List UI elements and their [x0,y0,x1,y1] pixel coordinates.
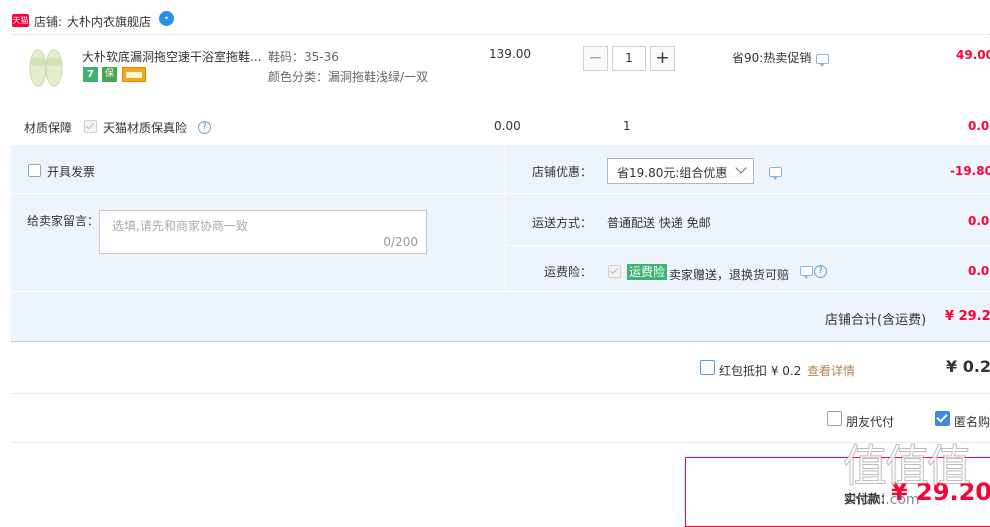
discount-select[interactable]: 省19.80元:组合优惠 [607,158,754,184]
message-counter: 0/200 [383,235,418,249]
friend-pay-label[interactable]: 朋友代付 [846,413,894,430]
insurance-subtotal: 0.00 [968,119,990,133]
shop-total-amount: ¥ 29.20 [945,309,990,324]
discount-label: 店铺优惠： [532,165,593,179]
credit-card-icon [122,67,146,82]
shipping-amount: 0.00 [968,214,990,228]
promo-text: 省90:热卖促销 [732,51,812,65]
insurance-quantity: 1 [623,119,631,133]
wangwang-chat-icon[interactable]: • [159,11,174,26]
watermark-url: zhizhi.com [845,492,920,508]
shipping-method: 普通配送 快递 免邮 [607,216,711,230]
return-insurance-badge: 运费险 [627,264,668,280]
anonymous-checkbox[interactable] [935,411,950,426]
redpacket-details-link[interactable]: 查看详情 [807,362,855,379]
product-thumbnail[interactable] [22,44,70,92]
discount-comment-icon[interactable] [769,167,782,180]
friend-pay-checkbox[interactable] [827,411,842,426]
insurance-checkbox[interactable] [84,120,97,133]
shop-total-label: 店铺合计(含运费) [825,313,927,328]
product-color: 颜色分类：漏洞拖鞋浅绿/一双 [268,70,429,84]
insurance-price: 0.00 [494,119,521,133]
quantity-decrease-button[interactable]: − [583,46,608,71]
help-icon[interactable]: ? [198,121,211,134]
return-insurance-text: 卖家赠送，退换货可赔 [669,268,790,282]
redpacket-amount: ¥ 0.20 [946,357,990,376]
quantity-increase-button[interactable]: + [650,46,675,71]
discount-selected: 省19.80元:组合优惠 [617,166,728,180]
shipping-label: 运送方式： [532,216,593,230]
quantity-input[interactable]: 1 [612,46,646,71]
insurance-name: 天猫材质保真险 [103,121,188,135]
chevron-down-icon [735,162,747,174]
shop-name-link[interactable]: 大朴内衣旗舰店 [67,13,151,30]
return-insurance-label: 运费险： [544,265,593,279]
product-size: 鞋码：35-36 [268,50,339,64]
return-insurance-amount: 0.00 [968,264,990,278]
message-label: 给卖家留言： [27,214,100,228]
return-insurance-comment-icon[interactable] [800,266,813,279]
product-title-link[interactable]: 大朴软底漏洞拖空速干浴室拖鞋... [82,48,261,65]
return-insurance-help-icon[interactable]: ? [814,265,827,278]
invoice-label[interactable]: 开具发票 [47,163,95,180]
shop-label: 店铺: [34,15,63,29]
discount-amount: -19.80 [950,164,990,178]
redpacket-checkbox[interactable] [700,360,715,375]
watermark-logo: 值值值 [843,441,972,493]
return-insurance-checkbox[interactable] [608,265,621,278]
message-placeholder: 选填,请先和商家协商一致 [112,219,248,233]
invoice-checkbox[interactable] [28,164,41,177]
item-subtotal: 49.00 [956,48,990,62]
seller-message-textarea[interactable]: 选填,请先和商家协商一致 0/200 [99,210,427,254]
unit-price: 139.00 [489,47,531,61]
seven-day-return-icon: 7 [83,67,98,82]
redpacket-label: 红包抵扣 ¥ 0.2 [719,364,802,378]
anonymous-label[interactable]: 匿名购买 [954,413,990,430]
insurance-label: 材质保障 [24,121,73,135]
promo-comment-icon[interactable] [816,54,829,67]
tmall-badge-icon: 天猫 [12,14,29,27]
guarantee-icon: 保 [102,67,117,82]
